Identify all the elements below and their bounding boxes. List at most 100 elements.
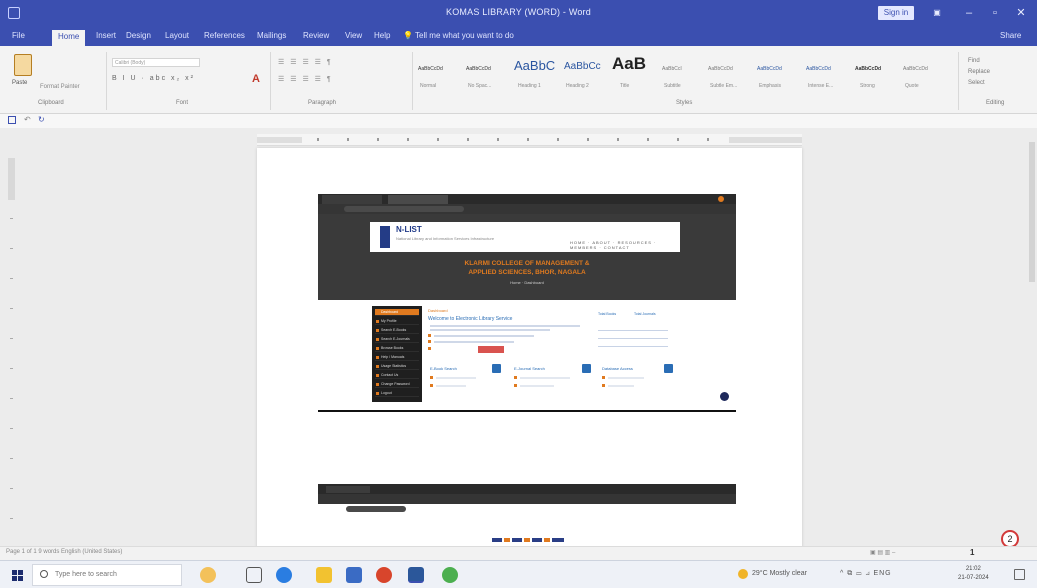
style-emphasis[interactable]: AaBbCcDd (757, 66, 782, 72)
bullet-icon (602, 384, 605, 387)
text-line (430, 329, 550, 331)
edge-browser-icon[interactable] (276, 567, 292, 583)
replace-button[interactable]: Replace (968, 67, 990, 78)
text-line (430, 325, 580, 327)
stat-divider (598, 346, 668, 347)
site-hero: N-LIST National Library and Information … (318, 214, 736, 300)
vertical-ruler (6, 138, 16, 538)
zoom-level[interactable]: 1 (970, 548, 974, 557)
tab-review[interactable]: Review (303, 31, 329, 40)
clock-time: 21:02 (965, 566, 981, 572)
nlist-logo-icon (380, 226, 390, 248)
windows-start-icon[interactable] (12, 570, 23, 581)
style-label: Intense E... (808, 83, 834, 89)
clock-date: 21-07-2024 (958, 575, 989, 581)
style-heading-1[interactable]: AaBbC (514, 58, 555, 73)
mail-icon[interactable] (346, 567, 362, 583)
browser-address-bar (318, 204, 736, 214)
site-action-button (478, 346, 504, 353)
chrome-icon[interactable] (376, 567, 392, 583)
embedded-screenshot-2[interactable] (318, 484, 736, 512)
font-name-dropdown[interactable]: Calibri (Body) (112, 58, 200, 67)
style-intense-emphasis[interactable]: AaBbCcDd (806, 66, 831, 72)
select-button[interactable]: Select (968, 78, 990, 89)
style-quote[interactable]: AaBbCcDd (903, 66, 928, 72)
tab-insert[interactable]: Insert (96, 31, 116, 40)
style-title[interactable]: AaB (612, 54, 646, 74)
site-sidebar-item: My Profile (375, 318, 419, 325)
status-page-info[interactable]: Page 1 of 1 9 words English (United Stat… (6, 549, 122, 555)
scroll-top-icon (720, 392, 729, 401)
weather-icon (738, 569, 748, 579)
vertical-scrollbar[interactable] (1028, 142, 1036, 532)
site-main-heading: Welcome to Electronic Library Service (428, 316, 513, 322)
sign-in-button[interactable]: Sign in (878, 6, 914, 20)
tab-view[interactable]: View (345, 31, 362, 40)
save-icon[interactable] (8, 116, 16, 124)
find-button[interactable]: Find (968, 56, 990, 67)
bullet-icon (428, 347, 431, 350)
task-view-icon[interactable] (246, 567, 262, 583)
style-label: Emphasis (759, 83, 781, 89)
ribbon-home: Paste Format Painter Clipboard Calibri (… (0, 46, 1037, 114)
paste-label: Paste (12, 80, 28, 86)
word-app-icon[interactable] (408, 567, 424, 583)
search-icon (40, 570, 48, 578)
font-color-icon[interactable]: A (252, 73, 260, 85)
view-mode-buttons[interactable]: ▣ ▤ ▥ – (870, 549, 895, 556)
tab-help[interactable]: Help (374, 31, 390, 40)
redo-icon[interactable]: ↻ (38, 115, 45, 124)
group-label-styles: Styles (676, 100, 693, 106)
style-label: Heading 2 (566, 83, 589, 89)
system-tray[interactable]: ^ ⧉ ▭ ⊿ ENG (840, 570, 892, 578)
text-line (436, 377, 476, 379)
taskbar-search-input[interactable]: Type here to search (32, 564, 182, 586)
paragraph-buttons[interactable]: ☰ ☰ ☰ ☰ ¶ (278, 58, 333, 66)
bullet-icon (430, 384, 433, 387)
share-button[interactable]: Share (1000, 31, 1021, 40)
minimize-button[interactable]: – (958, 5, 980, 21)
image-border (318, 410, 736, 412)
style-label: No Spac... (468, 83, 492, 89)
group-label-font: Font (176, 100, 189, 106)
text-line (608, 385, 634, 387)
style-no-spacing[interactable]: AaBbCcDd (466, 66, 491, 72)
group-divider (106, 52, 107, 110)
college-name: KLARMI COLLEGE OF MANAGEMENT & APPLIED S… (318, 259, 736, 277)
ribbon-tabs: File Home Insert Design Layout Reference… (0, 28, 1037, 46)
browser-tab (388, 195, 448, 204)
tab-layout[interactable]: Layout (165, 31, 189, 40)
close-button[interactable]: ✕ (1010, 5, 1032, 21)
tab-references[interactable]: References (204, 31, 245, 40)
site-body: Dashboard My Profile Search E-Books Sear… (318, 300, 736, 412)
notification-icon[interactable] (1014, 569, 1025, 580)
site-main-title: Dashboard (428, 308, 448, 313)
ribbon-display-options-icon[interactable]: ▣ (926, 5, 948, 21)
alignment-buttons[interactable]: ☰ ☰ ☰ ☰ ¶ (278, 75, 333, 83)
tab-home[interactable]: Home (52, 30, 86, 46)
tell-me-search[interactable]: 💡 Tell me what you want to do (403, 31, 514, 40)
maximize-button[interactable]: ▫ (984, 5, 1006, 21)
card-icon (664, 364, 673, 373)
cortana-mascot-icon[interactable] (200, 567, 216, 583)
embedded-screenshot[interactable]: N-LIST National Library and Information … (318, 194, 736, 412)
font-format-buttons[interactable]: B I U · abc x₂ x² (112, 75, 195, 82)
style-heading-2[interactable]: AaBbCc (564, 61, 601, 72)
weather-widget[interactable]: 29°C Mostly clear (752, 570, 807, 577)
clock[interactable]: 21:02 21-07-2024 (958, 565, 989, 583)
style-subtle-emphasis[interactable]: AaBbCcDd (708, 66, 733, 72)
app-icon[interactable] (442, 567, 458, 583)
undo-icon[interactable]: ↶ (24, 115, 31, 124)
text-line (608, 377, 644, 379)
style-normal[interactable]: AaBbCcDd (418, 66, 443, 72)
tab-file[interactable]: File (12, 31, 25, 40)
site-sidebar-item: Help / Manuals (375, 354, 419, 361)
paste-icon[interactable] (14, 54, 32, 76)
style-strong[interactable]: AaBbCcDd (855, 66, 881, 72)
file-explorer-icon[interactable] (316, 567, 332, 583)
style-subtitle[interactable]: AaBbCcI (662, 66, 682, 72)
tab-mailings[interactable]: Mailings (257, 31, 286, 40)
format-painter-button[interactable]: Format Painter (40, 84, 80, 90)
group-label-paragraph: Paragraph (308, 100, 337, 106)
tab-design[interactable]: Design (126, 31, 151, 40)
